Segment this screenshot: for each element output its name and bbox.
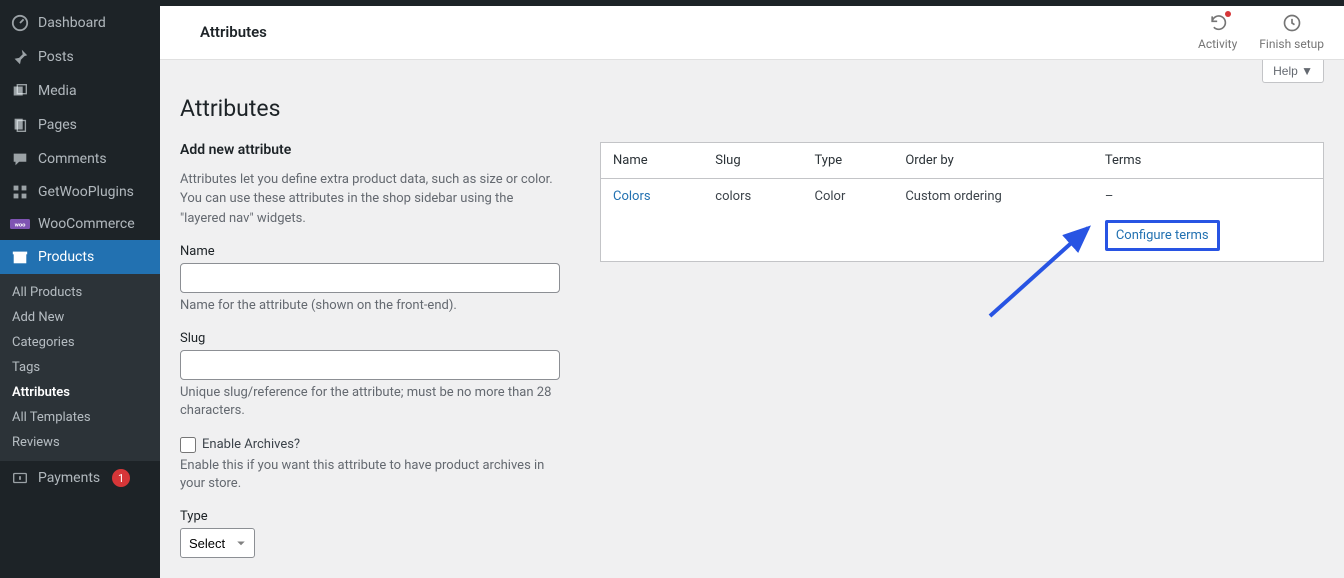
products-submenu: All Products Add New Categories Tags Att…	[0, 274, 160, 461]
page-heading: Attributes	[180, 95, 1324, 122]
payments-icon	[10, 469, 30, 487]
finish-label: Finish setup	[1259, 37, 1324, 51]
sidebar-item-label: Pages	[38, 117, 77, 133]
name-help: Name for the attribute (shown on the fro…	[180, 297, 560, 315]
add-attribute-description: Attributes let you define extra product …	[180, 170, 560, 229]
add-attribute-form: Add new attribute Attributes let you def…	[180, 142, 560, 558]
pin-icon	[10, 48, 30, 66]
sidebar-item-label: WooCommerce	[38, 216, 135, 232]
table-row-actions: Configure terms	[601, 214, 1324, 262]
admin-sidebar: Dashboard Posts Media Pages Comments	[0, 6, 160, 578]
help-button[interactable]: Help ▼	[1262, 60, 1324, 83]
sidebar-item-label: Media	[38, 83, 77, 99]
add-attribute-title: Add new attribute	[180, 142, 560, 158]
table-row: Colors colors Color Custom ordering –	[601, 178, 1324, 214]
activity-icon	[1208, 13, 1228, 36]
woocommerce-icon: woo	[10, 218, 30, 230]
slug-label: Slug	[180, 331, 560, 346]
cell-order: Custom ordering	[893, 178, 1093, 214]
name-label: Name	[180, 244, 560, 259]
attribute-name-input[interactable]	[180, 263, 560, 293]
th-name: Name	[601, 142, 704, 178]
sidebar-item-label: Posts	[38, 49, 74, 65]
submenu-all-templates[interactable]: All Templates	[0, 405, 160, 430]
enable-archives-label: Enable Archives?	[202, 437, 300, 452]
th-order: Order by	[893, 142, 1093, 178]
attribute-type-select[interactable]: Select	[180, 528, 255, 558]
attribute-name-link[interactable]: Colors	[613, 189, 651, 204]
svg-text:woo: woo	[15, 223, 27, 229]
sidebar-item-getwooplugins[interactable]: GetWooPlugins	[0, 176, 160, 208]
sidebar-item-label: Products	[38, 249, 94, 265]
media-icon	[10, 82, 30, 100]
pages-icon	[10, 116, 30, 134]
submenu-all-products[interactable]: All Products	[0, 280, 160, 305]
submenu-attributes[interactable]: Attributes	[0, 380, 160, 405]
finish-setup-button[interactable]: Finish setup	[1259, 13, 1324, 51]
products-icon	[10, 248, 30, 266]
activity-label: Activity	[1198, 37, 1237, 51]
sidebar-item-pages[interactable]: Pages	[0, 108, 160, 142]
submenu-categories[interactable]: Categories	[0, 330, 160, 355]
sidebar-item-dashboard[interactable]: Dashboard	[0, 6, 160, 40]
attribute-slug-input[interactable]	[180, 350, 560, 380]
sidebar-item-label: Dashboard	[38, 15, 106, 31]
comment-icon	[10, 150, 30, 168]
sidebar-item-label: Payments	[38, 470, 100, 486]
sidebar-item-products[interactable]: Products	[0, 240, 160, 274]
sidebar-item-posts[interactable]: Posts	[0, 40, 160, 74]
payments-badge: 1	[112, 469, 130, 487]
submenu-add-new[interactable]: Add New	[0, 305, 160, 330]
th-type: Type	[803, 142, 894, 178]
sidebar-item-media[interactable]: Media	[0, 74, 160, 108]
sidebar-item-payments[interactable]: Payments 1	[0, 461, 160, 495]
content-topbar: Attributes Activity Finish setup	[160, 6, 1344, 60]
cell-slug: colors	[703, 178, 802, 214]
archives-help: Enable this if you want this attribute t…	[180, 457, 560, 493]
dashboard-icon	[10, 14, 30, 32]
sidebar-item-label: GetWooPlugins	[38, 184, 134, 200]
activity-button[interactable]: Activity	[1198, 13, 1237, 51]
enable-archives-checkbox[interactable]	[180, 437, 196, 453]
attributes-table: Name Slug Type Order by Terms Colors col…	[600, 142, 1324, 262]
submenu-reviews[interactable]: Reviews	[0, 430, 160, 455]
page-title: Attributes	[200, 23, 267, 41]
configure-terms-link[interactable]: Configure terms	[1105, 220, 1220, 251]
clock-icon	[1282, 13, 1302, 36]
sidebar-item-comments[interactable]: Comments	[0, 142, 160, 176]
th-slug: Slug	[703, 142, 802, 178]
cell-type: Color	[803, 178, 894, 214]
cell-terms: –	[1093, 178, 1324, 214]
th-terms: Terms	[1093, 142, 1324, 178]
sidebar-item-label: Comments	[38, 151, 107, 167]
sidebar-item-woocommerce[interactable]: woo WooCommerce	[0, 208, 160, 240]
plugin-icon	[10, 184, 30, 200]
slug-help: Unique slug/reference for the attribute;…	[180, 384, 560, 420]
submenu-tags[interactable]: Tags	[0, 355, 160, 380]
type-label: Type	[180, 509, 560, 524]
